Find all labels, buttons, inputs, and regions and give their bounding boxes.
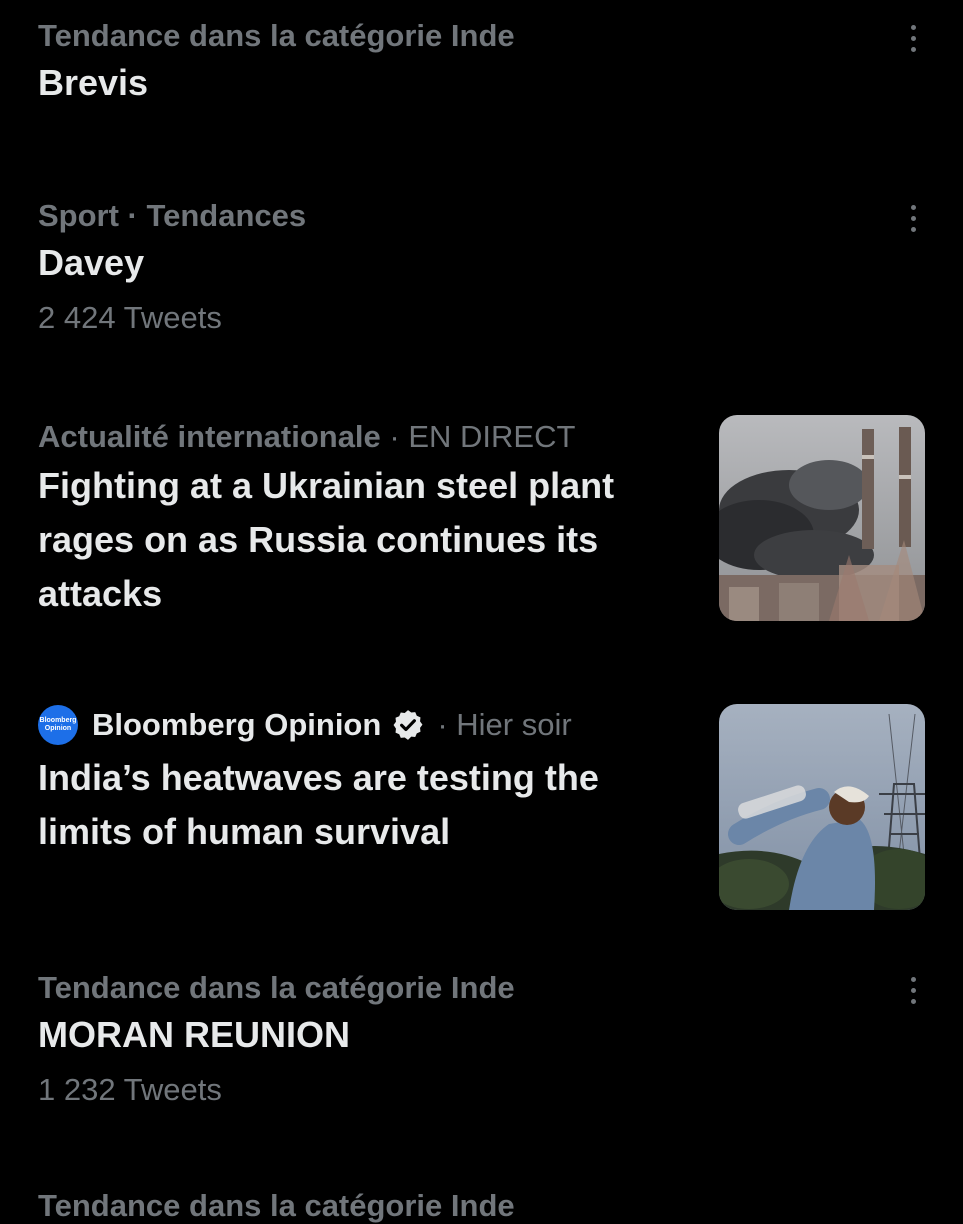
news-time: · Hier soir xyxy=(437,707,572,742)
trend-category: Tendance dans la catégorie Inde xyxy=(38,970,515,1005)
more-options-icon[interactable] xyxy=(901,972,925,1008)
verified-badge-icon xyxy=(391,708,425,742)
news-headline: Fighting at a Ukrainian steel plant rage… xyxy=(38,465,615,614)
trend-category: Tendance dans la catégorie Inde xyxy=(38,18,515,53)
trend-item-brevis[interactable]: Tendance dans la catégorie Inde Brevis xyxy=(38,16,925,110)
trend-item-moran-reunion[interactable]: Tendance dans la catégorie Inde MORAN RE… xyxy=(38,968,925,1110)
trend-category-partial[interactable]: Tendance dans la catégorie Inde xyxy=(38,1188,515,1224)
news-category: Actualité internationale xyxy=(38,419,381,454)
news-source-name: Bloomberg Opinion xyxy=(92,707,382,742)
trend-category: Sport · Tendances xyxy=(38,198,307,233)
news-headline: India’s heatwaves are testing the limits… xyxy=(38,757,599,852)
trend-name: MORAN REUNION xyxy=(38,1014,350,1055)
smoke-factory-image xyxy=(719,415,925,621)
more-options-icon[interactable] xyxy=(901,20,925,56)
trend-tweet-count: 2 424 Tweets xyxy=(38,300,222,335)
news-item-ukraine[interactable]: Actualité internationale · EN DIRECT Fig… xyxy=(38,415,925,627)
man-drinking-water-image xyxy=(719,704,925,910)
trend-item-davey[interactable]: Sport · Tendances Davey 2 424 Tweets xyxy=(38,196,925,338)
news-live-status: · EN DIRECT xyxy=(389,419,576,454)
bloomberg-logo-icon: Bloomberg Opinion xyxy=(38,705,78,745)
trend-name: Davey xyxy=(38,242,145,283)
news-item-heatwave[interactable]: Bloomberg Opinion Bloomberg Opinion · Hie… xyxy=(38,704,925,915)
trend-tweet-count: 1 232 Tweets xyxy=(38,1072,222,1107)
more-options-icon[interactable] xyxy=(901,200,925,236)
trend-name: Brevis xyxy=(38,62,149,103)
